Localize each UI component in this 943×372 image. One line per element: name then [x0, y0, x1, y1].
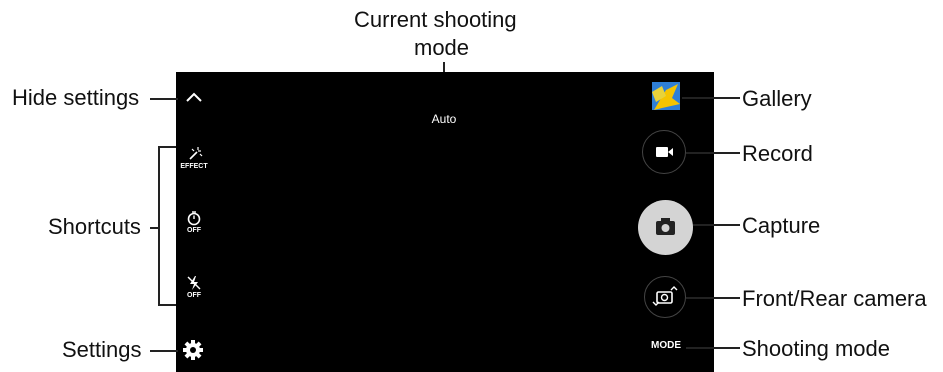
- callout-current-shooting-mode-line1: Current shooting: [354, 7, 517, 32]
- callout-settings: Settings: [62, 337, 142, 362]
- magic-wand-icon: [189, 147, 203, 160]
- gear-icon: [183, 340, 203, 360]
- callout-shortcuts: Shortcuts: [48, 214, 141, 239]
- shortcut-effect-label: EFFECT: [180, 163, 208, 170]
- shortcut-flash[interactable]: OFF: [178, 275, 210, 305]
- leader-capture: [693, 224, 740, 226]
- callout-shooting-mode: Shooting mode: [742, 336, 890, 361]
- timer-icon: [187, 211, 201, 226]
- switch-camera-button[interactable]: [644, 276, 686, 318]
- callout-hide-settings: Hide settings: [12, 85, 140, 110]
- gallery-thumbnail-icon: [652, 82, 680, 110]
- callout-gallery: Gallery: [742, 86, 812, 111]
- bracket-shortcuts: [158, 146, 160, 306]
- callout-capture: Capture: [742, 213, 821, 238]
- leader-gallery: [682, 97, 740, 99]
- capture-button[interactable]: [638, 200, 693, 255]
- current-mode-label: Auto: [431, 112, 457, 126]
- chevron-up-icon: [186, 92, 202, 102]
- leader-settings: [150, 350, 178, 352]
- shortcut-flash-label: OFF: [187, 292, 201, 299]
- hide-settings-button[interactable]: [183, 86, 205, 108]
- leader-front-rear: [686, 297, 740, 299]
- leader-shooting-mode: [686, 347, 740, 349]
- leader-hide-settings: [150, 98, 178, 100]
- bracket-shortcuts-bottom: [158, 304, 176, 306]
- shortcut-timer-label: OFF: [187, 227, 201, 234]
- switch-camera-icon: [652, 286, 678, 306]
- mode-button[interactable]: MODE: [646, 340, 686, 351]
- settings-button[interactable]: [181, 338, 205, 362]
- shortcut-effect[interactable]: EFFECT: [176, 146, 212, 176]
- callout-record: Record: [742, 141, 813, 166]
- camera-viewfinder: EFFECT OFF OFF Auto MODE: [176, 72, 714, 372]
- gallery-thumbnail[interactable]: [652, 82, 680, 110]
- video-camera-icon: [656, 147, 673, 157]
- camera-diagram: Current shooting mode EFFECT OFF OFF Aut…: [0, 0, 943, 372]
- callout-current-shooting-mode-line2: mode: [414, 35, 470, 60]
- flash-off-icon: [187, 276, 201, 290]
- camera-icon: [656, 218, 675, 235]
- callout-front-rear-camera: Front/Rear camera: [742, 286, 927, 311]
- record-button[interactable]: [642, 130, 686, 174]
- shortcut-timer[interactable]: OFF: [178, 210, 210, 240]
- leader-record: [686, 152, 740, 154]
- bracket-shortcuts-top: [158, 146, 176, 148]
